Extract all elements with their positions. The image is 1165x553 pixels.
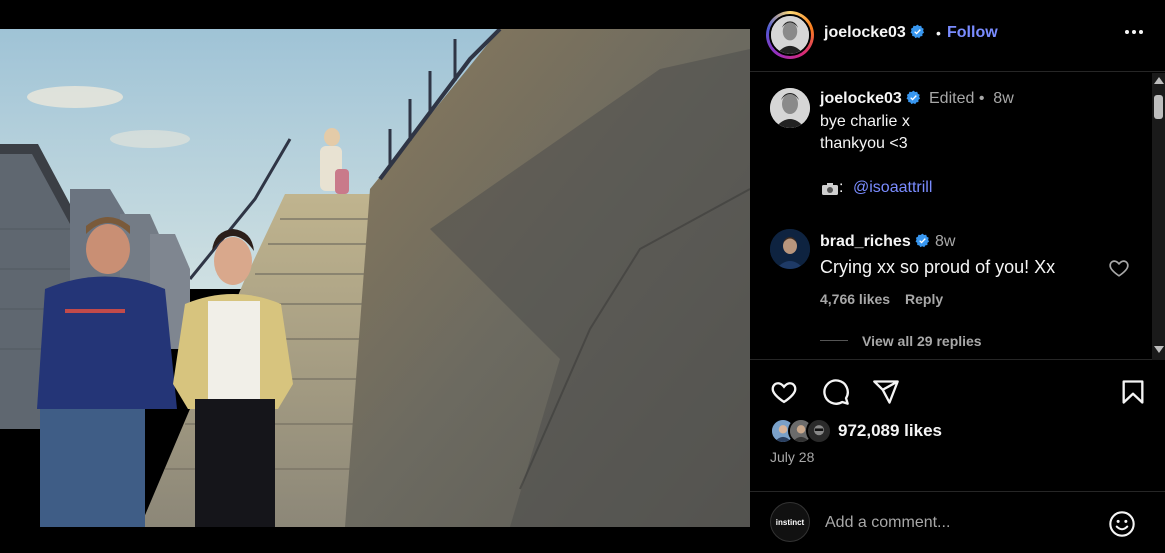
commenter-username-text[interactable]: brad_riches: [820, 233, 911, 250]
post-photo-image: [0, 29, 750, 527]
header-separator: •: [936, 25, 941, 41]
liked-by-avatar-3[interactable]: [806, 418, 832, 444]
scroll-up-arrow-icon[interactable]: [1154, 77, 1164, 84]
post-photo[interactable]: [0, 29, 750, 527]
caption-meta: Edited • 8w: [929, 90, 1014, 107]
caption-mention-prefix: :: [839, 179, 844, 196]
caption-username[interactable]: joelocke03: [820, 90, 921, 108]
post-actions: [750, 361, 1165, 421]
post-details-panel: joelocke03 • Follow joelocke03 Edited • …: [750, 0, 1165, 553]
comment-icon[interactable]: [822, 378, 850, 406]
post-header: joelocke03 • Follow: [750, 0, 1165, 72]
caption-author-avatar[interactable]: [770, 88, 810, 128]
scrollbar-thumb[interactable]: [1154, 95, 1163, 119]
follow-button[interactable]: Follow: [947, 24, 998, 42]
comments-scrollbar[interactable]: [1152, 73, 1165, 360]
post-likes-count[interactable]: 972,089 likes: [838, 421, 942, 441]
commenter-username[interactable]: brad_riches: [820, 233, 930, 251]
caption-username-text[interactable]: joelocke03: [820, 90, 902, 107]
post-media-pane: [0, 0, 750, 553]
author-avatar[interactable]: [769, 14, 811, 56]
view-replies-button[interactable]: View all 29 replies: [862, 333, 982, 349]
commenter-avatar[interactable]: [770, 229, 810, 269]
emoji-icon[interactable]: [1108, 510, 1136, 538]
bookmark-icon[interactable]: [1119, 378, 1147, 406]
comment-reply-button[interactable]: Reply: [905, 291, 943, 307]
comments-section[interactable]: joelocke03 Edited • 8w bye charlie x tha…: [750, 73, 1165, 360]
heart-icon[interactable]: [770, 378, 798, 406]
current-user-avatar[interactable]: instinct: [770, 502, 810, 542]
verified-badge-icon: [915, 233, 929, 248]
verified-badge-icon: [910, 24, 924, 39]
share-icon[interactable]: [872, 378, 900, 406]
comment-text: Crying xx so proud of you! Xx: [820, 257, 1056, 277]
replies-divider: [820, 340, 848, 341]
verified-badge-icon: [906, 90, 920, 105]
caption-mention-link[interactable]: @isoaattrill: [853, 179, 932, 197]
caption-line-1: bye charlie x: [820, 113, 910, 130]
more-options-icon[interactable]: [1120, 18, 1148, 46]
add-comment-input[interactable]: [825, 510, 1095, 536]
post-date[interactable]: July 28: [770, 449, 814, 465]
story-ring[interactable]: [766, 11, 814, 59]
comment-timestamp: 8w: [935, 233, 956, 250]
caption-line-2: thankyou <3: [820, 135, 908, 152]
scroll-down-arrow-icon[interactable]: [1154, 346, 1164, 353]
comment-likes-count[interactable]: 4,766 likes: [820, 291, 890, 307]
comment-like-heart-icon[interactable]: [1108, 257, 1130, 279]
author-username[interactable]: joelocke03: [824, 24, 925, 42]
author-username-text[interactable]: joelocke03: [824, 24, 906, 41]
add-comment-bar: instinct: [750, 491, 1165, 553]
camera-icon: [822, 183, 838, 195]
current-user-avatar-text: instinct: [775, 517, 805, 527]
liked-by-avatars[interactable]: [770, 418, 840, 444]
